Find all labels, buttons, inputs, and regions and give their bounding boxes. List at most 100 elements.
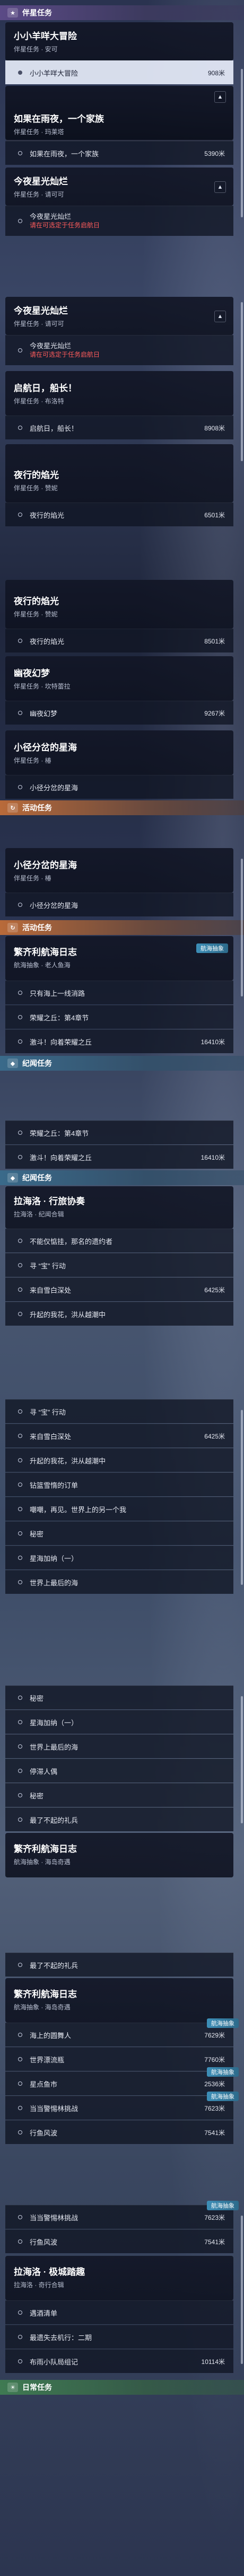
quest-step-row[interactable]: 星点鱼市 2536米 [5,2071,233,2095]
quest-card[interactable]: 拉海洛 · 行旅协奏 拉海洛 · 纪闻合辑 [5,1186,233,1229]
quest-step-row[interactable]: 行鱼风波 7541米 [5,2120,233,2144]
quest-step-row[interactable]: 遇酒清单 [5,2300,233,2324]
collapse-chevron-icon[interactable]: ▲ [214,311,226,322]
section-title: 活动任务 [22,804,52,812]
memory-icon: ◆ [7,1058,18,1068]
sea-tag-badge: 航海抽象 [207,2201,239,2210]
quest-card[interactable]: 繁齐利航海日志 航海抽象 · 老人鱼海 航海抽象 [5,936,233,981]
quest-step-row[interactable]: 寻 “宝” 行动 [5,1253,233,1277]
quest-title: 小径分岔的星海 [14,743,77,753]
collapse-chevron-icon[interactable]: ▲ [214,91,226,103]
quest-step-row[interactable]: 最了不起的礼兵 [5,1807,233,1831]
step-text: 世界上最后的海 [30,1743,79,1751]
collapse-chevron-icon[interactable]: ▲ [214,181,226,193]
step-text: 星海加纳（一） [30,1718,79,1727]
quest-step-row[interactable]: 幽夜幻梦 9267米 [5,701,233,725]
quest-step-row[interactable]: 小径分岔的星海 [5,893,233,916]
quest-step-row[interactable]: 荣耀之丘：第4章节 [5,1121,233,1144]
quest-step-row[interactable]: 激斗！向着荣耀之丘 16410米 [5,1145,233,1169]
quest-step-row[interactable]: 世界上最后的海 [5,1570,233,1594]
step-dot-icon [18,1793,22,1797]
quest-step-row[interactable]: 星海加纳（一） [5,1546,233,1569]
quest-step-row[interactable]: 不能仅惦挂，那名的遗约者 [5,1229,233,1252]
quest-step-row[interactable]: 海上的圆舞人 7629米 [5,2023,233,2046]
step-dot-icon [18,2239,22,2244]
distance-label: 7541米 [204,2238,225,2246]
quest-step-row[interactable]: 秘密 [5,1686,233,1709]
quest-step-row[interactable]: 行鱼风波 7541米 [5,2229,233,2253]
quest-card[interactable]: 今夜星光灿烂 伴星任务 · 请可可 ▲ [5,167,233,206]
quest-step-row[interactable]: 布雨小队局组记 10114米 [5,2349,233,2373]
quest-card[interactable]: 夜行的焰光 伴星任务 · 赞妮 [5,580,233,629]
sea-tag-badge: 航海抽象 [207,2092,239,2101]
quest-step-row[interactable]: 来自雪白深处 6425米 [5,1424,233,1448]
quest-subtitle: 伴星任务 · 赞妮 [14,484,58,492]
step-text: 世界漂流瓶 [30,2055,65,2064]
quest-step-row[interactable]: 小小羊咩大冒险 908米 [5,60,233,84]
quest-card[interactable]: 小小羊咩大冒险 伴星任务 · 安可 [5,22,233,60]
quest-step-row[interactable]: 秘密 [5,1783,233,1807]
quest-card[interactable]: 小径分岔的星海 伴星任务 · 椿 [5,730,233,775]
scrollbar-thumb[interactable] [241,69,243,217]
quest-subtitle: 航海抽象 · 海岛奇遇 [14,1858,71,1866]
quest-card[interactable]: 如果在雨夜，一个家族 伴星任务 · 玛莱塔 ▲ [5,86,233,141]
scrollbar-thumb[interactable] [241,1696,243,1823]
scrollbar-thumb[interactable] [241,2216,243,2364]
quest-step-row[interactable]: 夜行的焰光 6501米 [5,502,233,526]
distance-label: 7623米 [204,2104,225,2112]
quest-step-row[interactable]: 当当警惕林挑战 7623米 [5,2205,233,2229]
scrollbar-thumb[interactable] [241,1410,243,1585]
quest-step-row[interactable]: 夜行的焰光 8501米 [5,629,233,652]
quest-card[interactable]: 繁齐利航海日志 航海抽象 · 海岛奇遇 [5,1833,233,1877]
scrollbar-thumb[interactable] [241,859,243,996]
step-dot-icon [18,1769,22,1773]
quest-step-row[interactable]: 世界上最后的海 [5,1734,233,1758]
quest-step-row[interactable]: 世界漂流瓶 7760米 [5,2047,233,2071]
quest-step-row[interactable]: 停滞人偶 [5,1759,233,1783]
step-dot-icon [18,1818,22,1822]
quest-step-row[interactable]: 当当警惕林挑战 7623米 [5,2096,233,2120]
step-dot-icon [18,785,22,789]
quest-step-row-warning[interactable]: 今夜星光灿烂 请在可选定于任务启航日 [5,206,233,236]
quest-step-row[interactable]: 只有海上一线消路 [5,981,233,1004]
quest-card[interactable]: 拉海洛 · 极城踏趣 拉海洛 · 奇行合辑 [5,2256,233,2300]
event-icon: ↻ [7,803,18,813]
quest-step-row[interactable]: 秘密 [5,1521,233,1545]
quest-card[interactable]: 今夜星光灿烂 伴星任务 · 请可可 ▲ [5,297,233,335]
step-text: 星海加纳（一） [30,1554,79,1563]
quest-step-row[interactable]: 荣耀之丘：第4章节 [5,1005,233,1029]
quest-step-row[interactable]: 激斗！向着荣耀之丘 16410米 [5,1029,233,1053]
quest-subtitle: 伴星任务 · 椿 [14,875,51,882]
quest-step-row-warning[interactable]: 今夜星光灿烂 请在可选定于任务启航日 [5,335,233,365]
quest-step-row[interactable]: 如果在雨夜，一个家族 5390米 [5,141,233,165]
quest-card[interactable]: 幽夜幻梦 伴星任务 · 坎特蕾拉 [5,656,233,701]
quest-step-row[interactable]: 升起的我花，洪从越潮中 [5,1302,233,1326]
scrollbar-thumb[interactable] [241,302,243,461]
step-dot-icon [18,151,22,155]
quest-card[interactable]: 小径分岔的星海 伴星任务 · 椿 [5,848,233,893]
step-text: 荣耀之丘：第4章节 [30,1013,89,1022]
step-text: 今夜星光灿烂 [30,213,72,220]
quest-step-row[interactable]: 嘲嘲，再见。世界上的另一个我 [5,1497,233,1521]
quest-step-row[interactable]: 最遗失去机行：二期 [5,2325,233,2349]
quest-step-row[interactable]: 启航日，船长！ 8908米 [5,416,233,439]
step-text: 秘密 [30,1530,44,1538]
quest-step-row[interactable]: 钻篮雪惰的订单 [5,1472,233,1496]
quest-card[interactable]: 启航日，船长！ 伴星任务 · 布洛特 [5,371,233,416]
step-dot-icon [18,991,22,995]
step-dot-icon [18,1744,22,1749]
step-text: 行鱼风波 [30,2238,58,2246]
quest-step-row[interactable]: 寻 “宝” 行动 [5,1399,233,1423]
quest-subtitle: 伴星任务 · 请可可 [14,191,64,198]
quest-step-row[interactable]: 升起的我花，洪从越潮中 [5,1448,233,1472]
quest-card[interactable]: 夜行的焰光 伴星任务 · 赞妮 [5,444,233,502]
quest-step-row[interactable]: 最了不起的礼兵 [5,1953,233,1977]
section-header-memory: ◆ 纪闻任务 [0,1170,244,1185]
quest-subtitle: 拉海洛 · 纪闻合辑 [14,1211,64,1218]
quest-card[interactable]: 繁齐利航海日志 航海抽象 · 海岛奇遇 [5,1978,233,2023]
quest-step-row[interactable]: 来自雪白深处 6425米 [5,1277,233,1301]
distance-label: 10114米 [201,2358,225,2366]
distance-label: 6425米 [204,1286,225,1294]
quest-step-row[interactable]: 星海加纳（一） [5,1710,233,1734]
quest-step-row[interactable]: 小径分岔的星海 [5,775,233,799]
